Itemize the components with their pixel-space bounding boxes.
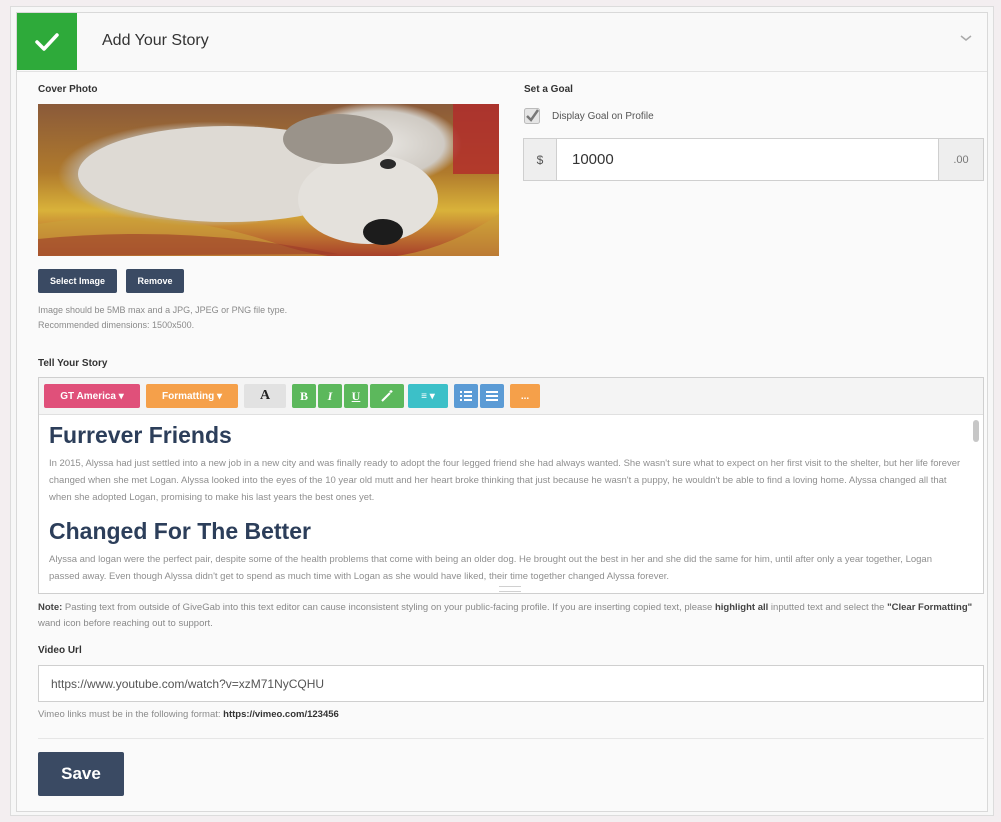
editor-resize-handle[interactable] (499, 586, 521, 592)
note-prefix: Note: (38, 602, 63, 613)
select-image-button[interactable]: Select Image (38, 269, 117, 293)
story-heading-2: Changed For The Better (49, 518, 311, 544)
clear-formatting-button[interactable] (370, 384, 404, 408)
display-goal-checkbox[interactable] (524, 108, 540, 124)
italic-button[interactable]: I (318, 384, 342, 408)
unordered-list-button[interactable] (454, 384, 478, 408)
story-paragraph-2: Alyssa and logan were the perfect pair, … (49, 554, 932, 582)
currency-prefix: $ (524, 139, 557, 180)
font-family-dropdown[interactable]: GT America ▾ (44, 384, 140, 408)
story-paragraph-1: In 2015, Alyssa had just settled into a … (49, 458, 961, 503)
note-text-2: inputted text and select the (768, 602, 888, 613)
ordered-list-button[interactable] (480, 384, 504, 408)
note-bold-1: highlight all (714, 602, 769, 613)
font-color-button[interactable]: A (244, 384, 286, 408)
goal-amount-input[interactable]: $ 10000 .00 (523, 138, 984, 181)
note-bold-2: "Clear Formatting" (887, 602, 973, 613)
cents-suffix: .00 (938, 139, 983, 180)
vimeo-help-prefix: Vimeo links must be in the following for… (38, 709, 224, 720)
story-editor[interactable]: GT America ▾ Formatting ▾ A B I U ≡ ▾ ..… (38, 377, 984, 594)
bold-button[interactable]: B (292, 384, 316, 408)
editor-scrollbar[interactable] (973, 420, 979, 442)
note-text-1: Pasting text from outside of GiveGab int… (62, 602, 715, 613)
image-help-text: Image should be 5MB max and a JPG, JPEG … (38, 303, 287, 333)
underline-button[interactable]: U (344, 384, 368, 408)
save-button[interactable]: Save (38, 752, 124, 796)
cover-photo-label: Cover Photo (38, 84, 98, 95)
tell-story-label: Tell Your Story (38, 358, 108, 369)
numbered-list-icon (486, 391, 498, 401)
goal-amount-value[interactable]: 10000 (572, 151, 614, 168)
story-heading-1: Furrever Friends (49, 422, 232, 448)
editor-toolbar: GT America ▾ Formatting ▾ A B I U ≡ ▾ ..… (39, 378, 983, 415)
video-url-input[interactable]: https://www.youtube.com/watch?v=xzM71NyC… (38, 665, 984, 702)
image-help-line-1: Image should be 5MB max and a JPG, JPEG … (38, 305, 288, 315)
complete-check-badge (17, 13, 77, 70)
cover-photo-image (38, 104, 499, 256)
panel-header[interactable]: Add Your Story (17, 13, 987, 72)
divider (38, 738, 984, 739)
video-url-value[interactable]: https://www.youtube.com/watch?v=xzM71NyC… (51, 677, 324, 691)
formatting-dropdown[interactable]: Formatting ▾ (146, 384, 238, 408)
align-dropdown[interactable]: ≡ ▾ (408, 384, 448, 408)
remove-image-button[interactable]: Remove (126, 269, 184, 293)
story-panel: Add Your Story Cover Photo Select Image … (16, 12, 988, 812)
check-icon (35, 32, 59, 51)
magic-wand-icon (381, 390, 393, 402)
panel-title: Add Your Story (102, 32, 209, 49)
paste-note: Note: Pasting text from outside of GiveG… (38, 600, 984, 632)
set-goal-label: Set a Goal (524, 84, 573, 95)
bullet-list-icon (460, 391, 472, 401)
vimeo-help-example: https://vimeo.com/123456 (223, 709, 339, 720)
image-help-line-2: Recommended dimensions: 1500x500. (38, 320, 195, 330)
vimeo-help-text: Vimeo links must be in the following for… (38, 709, 339, 720)
editor-content[interactable]: Furrever Friends In 2015, Alyssa had jus… (49, 422, 961, 583)
display-goal-label: Display Goal on Profile (552, 111, 654, 122)
note-text-3: wand icon before reaching out to support… (38, 618, 213, 629)
chevron-down-icon[interactable] (959, 33, 973, 43)
more-options-button[interactable]: ... (510, 384, 540, 408)
video-url-label: Video Url (38, 645, 82, 656)
